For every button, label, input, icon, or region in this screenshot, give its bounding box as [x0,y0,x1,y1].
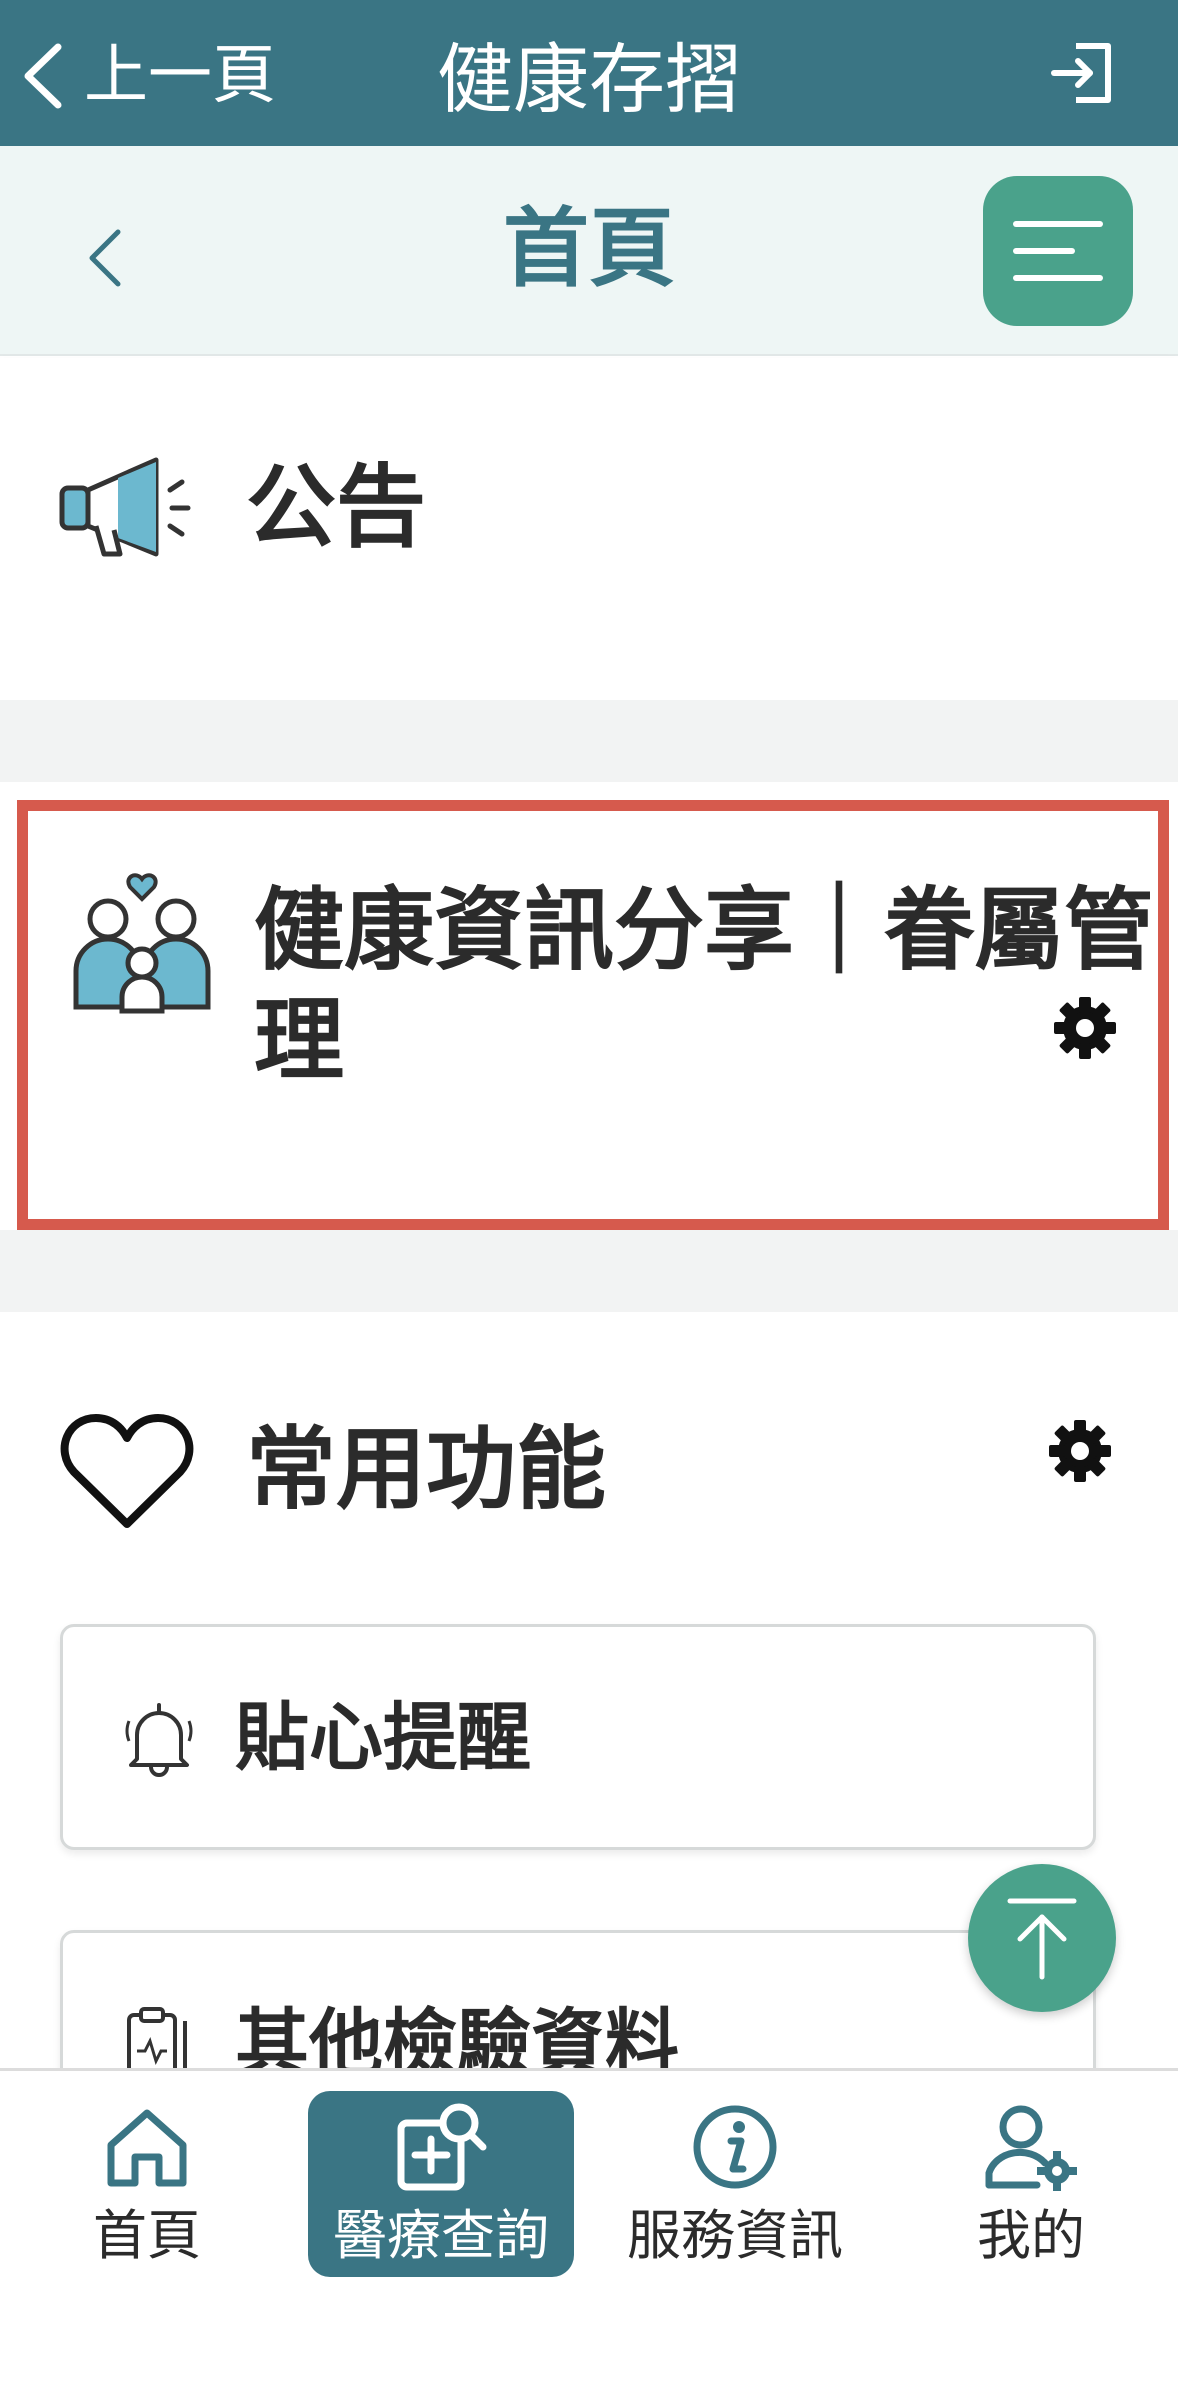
favorites-title: 常用功能 [246,1417,606,1522]
back-button[interactable]: 上一頁 [14,26,276,126]
health-share-title-line1: 健康資訊分享｜眷屬管 [254,878,1154,983]
health-share-title-line2: 理 [254,988,344,1093]
menu-button[interactable] [983,176,1133,326]
heart-icon [60,1414,194,1528]
section-divider [0,1230,1178,1312]
app-header: 上一頁 健康存摺 [0,0,1178,146]
back-button-label: 上一頁 [84,39,276,113]
favorite-item-reminder[interactable]: 貼心提醒 [60,1624,1096,1850]
favorite-item-label: 貼心提醒 [235,1695,531,1781]
bottom-navigation: 首頁 醫療查詢 服務資訊 我的 [0,2068,1178,2391]
family-icon [73,873,211,1014]
page-header: 首頁 [0,146,1178,356]
nav-item-label: 服務資訊 [627,2204,843,2267]
gear-icon[interactable] [1047,1418,1113,1484]
announcement-title: 公告 [246,455,426,560]
nav-item-label: 首頁 [93,2204,201,2267]
megaphone-icon [59,457,191,557]
logout-icon[interactable] [1046,36,1120,110]
health-info-share-section[interactable]: 健康資訊分享｜眷屬管 理 [17,800,1169,1230]
nav-item-service-info[interactable]: 服務資訊 [602,2091,868,2277]
nav-item-medical-search[interactable]: 醫療查詢 [308,2091,574,2277]
chevron-left-icon [14,36,70,116]
nav-item-home[interactable]: 首頁 [14,2091,280,2277]
announcement-section[interactable]: 公告 [0,358,1178,700]
section-divider [0,700,1178,782]
user-settings-icon [985,2105,1077,2191]
nav-item-label: 我的 [977,2204,1085,2267]
info-icon [693,2105,777,2189]
gear-icon[interactable] [1052,995,1118,1061]
scroll-to-top-button[interactable] [968,1864,1116,2012]
bell-icon [125,1703,193,1777]
nav-item-label: 醫療查詢 [333,2204,549,2267]
hamburger-icon [1013,221,1103,281]
medical-search-icon [397,2103,487,2191]
nav-item-mine[interactable]: 我的 [898,2091,1164,2277]
arrow-up-icon [1007,1898,1077,1980]
home-icon [107,2109,187,2187]
